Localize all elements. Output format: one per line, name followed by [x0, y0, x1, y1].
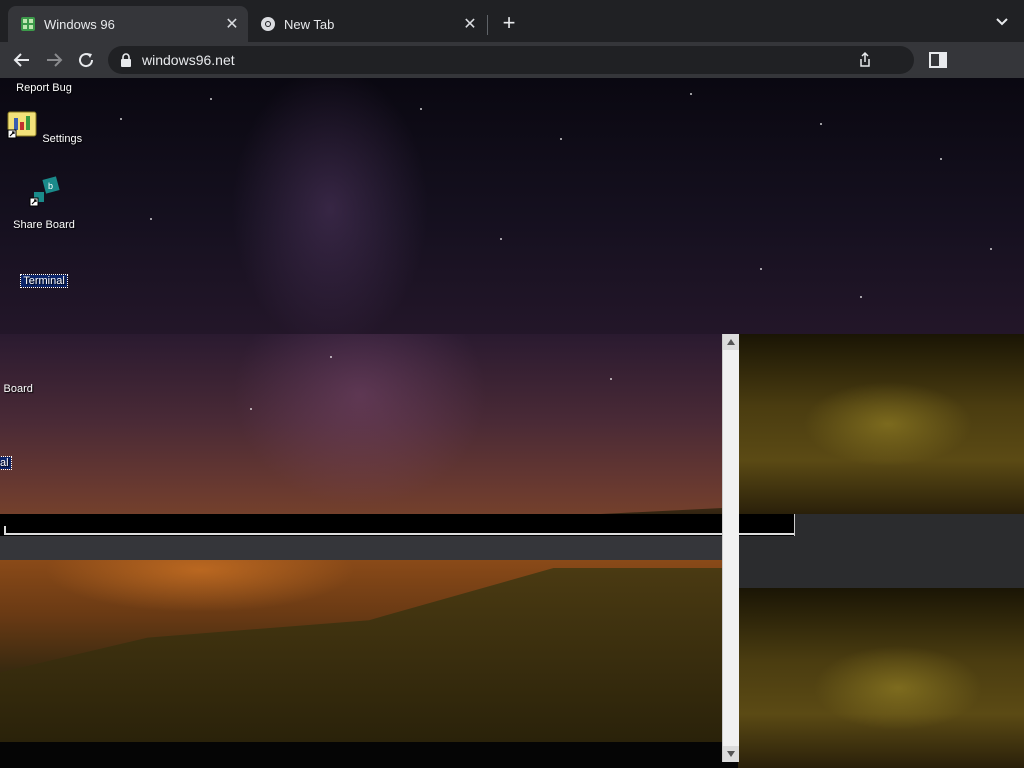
lock-icon [121, 53, 131, 67]
desktop-icon-share-board-duplicate[interactable]: b Board [0, 358, 40, 397]
browser-toolbar: windows96.net [0, 42, 1024, 78]
desktop-icon-terminal-duplicate[interactable]: inal [0, 453, 40, 471]
render-artifact-strip [0, 742, 738, 768]
tab-title: Windows 96 [44, 16, 115, 32]
wallpaper-fragment [738, 334, 1024, 514]
render-artifact-line [4, 533, 794, 535]
arrow-right-icon [47, 53, 63, 67]
tab-title: New Tab [284, 16, 335, 32]
desktop-icon-share-board[interactable]: b Share Board [4, 176, 84, 233]
triangle-down-icon [727, 751, 735, 757]
svg-text:b: b [48, 181, 53, 191]
tab-strip: Windows 96 ✕ New Tab ✕ + [0, 0, 1024, 42]
desktop-icon-label: inal [0, 456, 12, 470]
render-artifact-tick [4, 526, 6, 535]
render-artifact-band [0, 536, 738, 560]
side-panel-icon[interactable] [928, 50, 948, 70]
star [610, 378, 612, 380]
tab-close-icon[interactable]: ✕ [458, 14, 482, 34]
desktop-icon-settings[interactable]: Settings [4, 108, 84, 147]
tab-new-tab[interactable]: New Tab ✕ [248, 6, 486, 42]
star [250, 408, 252, 410]
new-tab-button[interactable]: + [498, 12, 520, 34]
settings-icon [7, 111, 37, 139]
windows96-favicon-icon [21, 17, 35, 31]
address-bar[interactable]: windows96.net [108, 46, 914, 74]
star [760, 268, 762, 270]
desktop-icon-label: Share Board [13, 219, 75, 231]
scroll-down-button[interactable] [723, 746, 739, 762]
back-button[interactable] [10, 48, 34, 72]
chevron-down-icon[interactable] [994, 14, 1010, 30]
forward-button[interactable] [42, 48, 66, 72]
star [560, 138, 562, 140]
star [940, 158, 942, 160]
reload-button[interactable] [74, 48, 98, 72]
star [500, 238, 502, 240]
star [420, 108, 422, 110]
vertical-scrollbar[interactable] [722, 334, 739, 762]
star [330, 356, 332, 358]
star [860, 296, 862, 298]
chrome-icon [261, 17, 275, 31]
share-icon[interactable] [856, 51, 874, 69]
desktop-icon-label: Settings [42, 133, 83, 145]
desktop-icon-label: Report Bug [16, 82, 72, 94]
desktop-icon-label: Board [3, 383, 33, 395]
arrow-left-icon [13, 53, 29, 67]
desktop-icon-report-bug[interactable]: Report Bug [4, 78, 84, 96]
wallpaper-sky-duplicate [0, 334, 722, 530]
star [120, 118, 122, 120]
star [210, 98, 212, 100]
desktop-icon-terminal[interactable]: Terminal [4, 271, 84, 289]
desktop: Report Bug Settings b Share Board Termin… [0, 78, 1024, 768]
star [820, 123, 822, 125]
url-text: windows96.net [142, 52, 235, 68]
reload-icon [79, 53, 94, 68]
triangle-up-icon [727, 339, 735, 345]
star [990, 248, 992, 250]
scroll-up-button[interactable] [723, 334, 739, 350]
star [150, 218, 152, 220]
star [690, 93, 692, 95]
tab-separator [487, 15, 488, 35]
share-board-icon: b [29, 176, 60, 207]
tab-windows96[interactable]: Windows 96 ✕ [8, 6, 248, 42]
wallpaper-fragment [738, 588, 1024, 768]
desktop-icon-label: Terminal [20, 274, 68, 288]
tab-close-icon[interactable]: ✕ [220, 14, 244, 34]
wallpaper-sky [0, 78, 1024, 334]
